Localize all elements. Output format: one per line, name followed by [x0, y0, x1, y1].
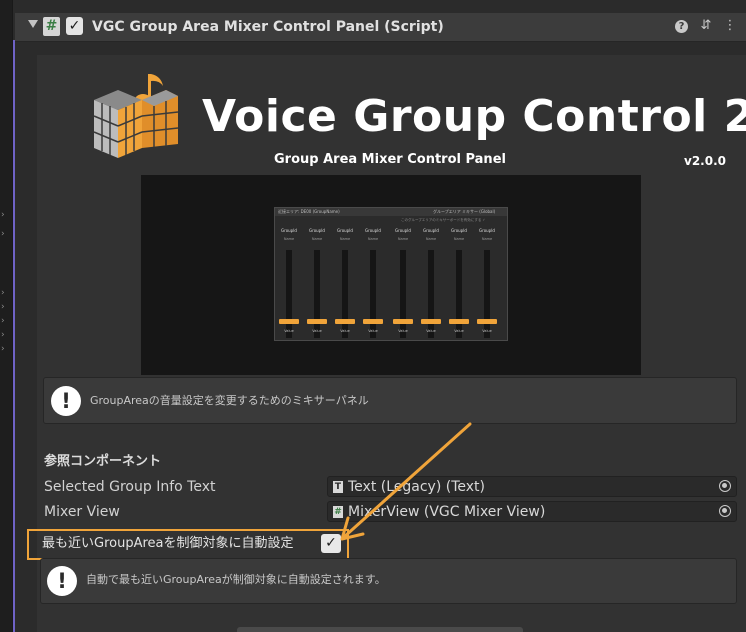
add-component-button[interactable] [237, 627, 523, 632]
annotation-arrow-icon [340, 422, 472, 541]
